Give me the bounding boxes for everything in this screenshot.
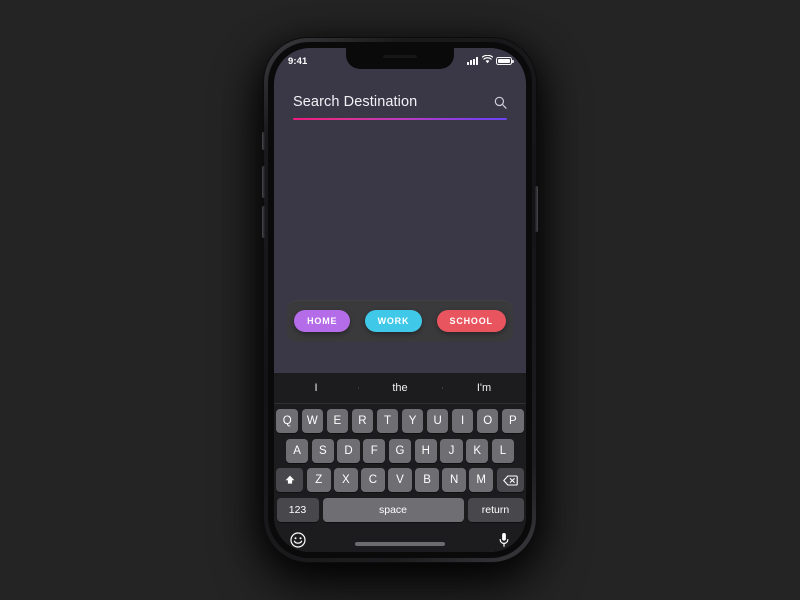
keyboard-row-1: Q W E R T Y U I O P <box>274 409 526 433</box>
home-indicator[interactable] <box>355 542 445 546</box>
search-destination-field[interactable]: Search Destination <box>274 94 526 121</box>
microphone-icon[interactable] <box>498 532 510 548</box>
phone-notch <box>346 48 454 69</box>
key-d[interactable]: D <box>337 438 360 463</box>
key-numbers[interactable]: 123 <box>276 498 319 522</box>
phone-screen: 9:41 Search Destination HOME WORK SCHOOL… <box>274 48 526 552</box>
key-n[interactable]: N <box>442 468 466 492</box>
key-s[interactable]: S <box>311 438 334 463</box>
key-r[interactable]: R <box>351 409 374 433</box>
battery-full-icon <box>496 57 514 65</box>
key-k[interactable]: K <box>466 438 489 463</box>
cellular-signal-icon <box>467 57 478 65</box>
key-o[interactable]: O <box>476 409 499 433</box>
search-input[interactable]: Search Destination <box>293 94 417 110</box>
key-m[interactable]: M <box>469 468 493 492</box>
key-f[interactable]: F <box>363 438 386 463</box>
key-w[interactable]: W <box>301 409 324 433</box>
key-c[interactable]: C <box>361 468 385 492</box>
silent-switch-button[interactable] <box>262 132 265 150</box>
key-h[interactable]: H <box>414 438 437 463</box>
emoji-smiley-icon[interactable] <box>290 531 306 548</box>
chip-home[interactable]: HOME <box>294 310 351 332</box>
status-bar-indicators <box>467 54 514 67</box>
earpiece-speaker <box>383 55 417 58</box>
search-underline-gradient <box>293 118 507 121</box>
key-return[interactable]: return <box>467 498 524 522</box>
prediction-item[interactable]: the <box>358 382 442 394</box>
keyboard-row-4: 123 space return <box>274 498 526 522</box>
key-u[interactable]: U <box>426 409 449 433</box>
key-i[interactable]: I <box>451 409 474 433</box>
key-q[interactable]: Q <box>276 409 298 433</box>
backspace-delete-icon[interactable] <box>496 468 524 492</box>
key-x[interactable]: X <box>334 468 358 492</box>
volume-up-button[interactable] <box>262 166 265 198</box>
predictive-text-bar: I the I'm <box>274 373 526 404</box>
quick-shortcuts-panel: HOME WORK SCHOOL <box>287 300 513 342</box>
power-button[interactable] <box>535 186 538 232</box>
key-p[interactable]: P <box>502 409 524 433</box>
prediction-item[interactable]: I'm <box>442 382 526 394</box>
screenshot-root: 9:41 Search Destination HOME WORK SCHOOL… <box>0 0 800 600</box>
key-j[interactable]: J <box>440 438 463 463</box>
key-a[interactable]: A <box>286 438 309 463</box>
shift-arrow-up-icon[interactable] <box>276 468 304 492</box>
search-row: Search Destination <box>293 94 507 110</box>
key-space[interactable]: space <box>322 498 464 522</box>
onscreen-keyboard: I the I'm Q W E R T Y U I O P A S D F G … <box>274 372 526 552</box>
chip-school[interactable]: SCHOOL <box>436 310 506 332</box>
key-v[interactable]: V <box>388 468 412 492</box>
key-g[interactable]: G <box>388 438 412 463</box>
status-bar-time: 9:41 <box>288 55 308 67</box>
wifi-icon <box>481 54 493 67</box>
keyboard-row-2: A S D F G H J K L <box>274 438 526 463</box>
key-z[interactable]: Z <box>307 468 331 492</box>
prediction-item[interactable]: I <box>274 382 358 394</box>
search-icon[interactable] <box>494 96 507 109</box>
volume-down-button[interactable] <box>262 206 265 238</box>
chip-work[interactable]: WORK <box>364 310 423 332</box>
key-e[interactable]: E <box>326 409 349 433</box>
key-b[interactable]: B <box>415 468 439 492</box>
key-y[interactable]: Y <box>401 409 424 433</box>
key-l[interactable]: L <box>491 438 515 463</box>
key-t[interactable]: T <box>376 409 399 433</box>
keyboard-row-3: Z X C V B N M <box>274 468 526 492</box>
